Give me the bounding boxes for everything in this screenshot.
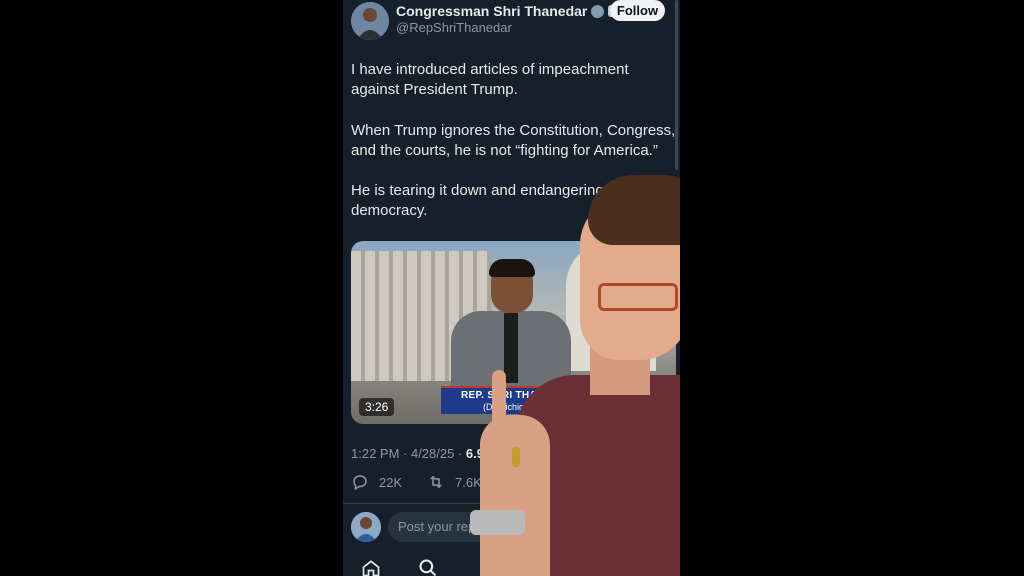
presenter-overlay bbox=[470, 175, 680, 576]
home-icon[interactable] bbox=[361, 558, 381, 576]
timestamp[interactable]: 1:22 PM · 4/28/25 · bbox=[351, 446, 466, 461]
tweet-text-paragraph: When Trump ignores the Constitution, Con… bbox=[351, 122, 676, 159]
tweet-text-paragraph: I have introduced articles of impeachmen… bbox=[351, 61, 629, 98]
verified-badge-icon bbox=[591, 4, 605, 18]
user-avatar[interactable] bbox=[351, 512, 381, 542]
glasses bbox=[598, 283, 678, 311]
retweet-icon bbox=[430, 475, 442, 489]
wristwatch bbox=[470, 510, 525, 535]
author-name[interactable]: Congressman Shri Thanedar bbox=[396, 3, 587, 19]
author-avatar[interactable] bbox=[351, 2, 389, 40]
author-row: Congressman Shri Thanedar bbox=[396, 3, 621, 19]
author-handle[interactable]: @RepShriThanedar bbox=[396, 20, 512, 35]
follow-button[interactable]: Follow bbox=[610, 0, 665, 21]
video-duration: 3:26 bbox=[359, 398, 395, 416]
reply-icon bbox=[353, 475, 367, 491]
reply-count: 22K bbox=[379, 474, 403, 490]
search-icon[interactable] bbox=[418, 558, 438, 576]
reply-stat[interactable]: 22K bbox=[351, 473, 402, 491]
